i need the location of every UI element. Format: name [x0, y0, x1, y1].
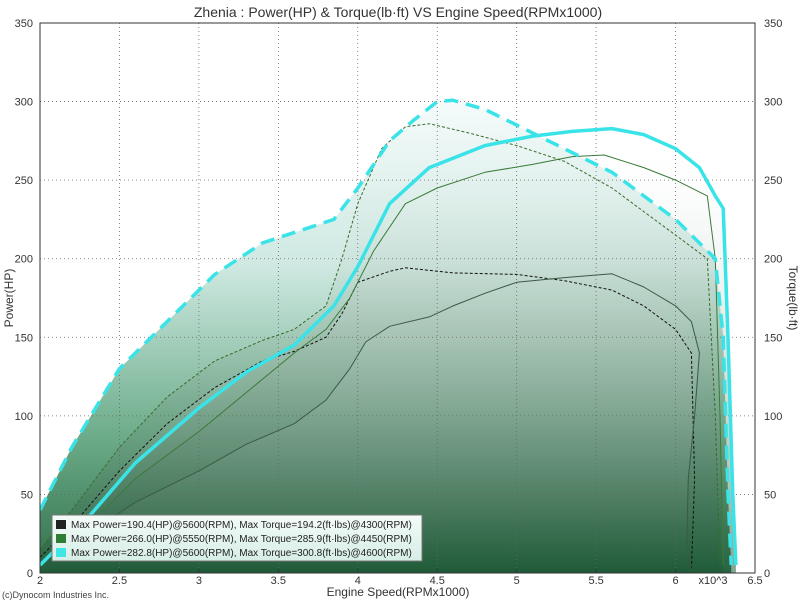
legend-swatch-run-2: [56, 534, 66, 543]
legend-entry-run-2: Max Power=266.0(HP)@5550(RPM), Max Torqu…: [71, 534, 412, 545]
y-tick-label: 150: [15, 332, 33, 344]
copyright-text: (c)Dynocom Industries Inc.: [2, 590, 109, 600]
x-tick-label: 5.5: [588, 575, 603, 587]
legend-entry-run-1: Max Power=190.4(HP)@5600(RPM), Max Torqu…: [71, 520, 412, 531]
x-tick-label: 3: [196, 575, 202, 587]
chart-title: Zhenia : Power(HP) & Torque(lb·ft) VS En…: [194, 4, 602, 20]
x-axis-label: Engine Speed(RPMx1000): [327, 585, 470, 599]
y2-tick-label: 250: [764, 175, 782, 187]
y2-tick-label: 50: [764, 489, 776, 501]
y-tick-label: 300: [15, 97, 33, 109]
legend-entry-run-3: Max Power=282.8(HP)@5600(RPM), Max Torqu…: [71, 548, 412, 559]
legend-swatch-run-1: [56, 520, 66, 529]
y2-tick-label: 100: [764, 411, 782, 423]
x-tick-label: 6.5: [747, 575, 762, 587]
dyno-chart: Zhenia : Power(HP) & Torque(lb·ft) VS En…: [0, 0, 800, 600]
y-tick-label: 250: [15, 175, 33, 187]
y2-tick-label: 300: [764, 97, 782, 109]
y2-tick-label: 150: [764, 332, 782, 344]
y2-tick-label: 350: [764, 18, 782, 30]
x-tick-label: 5: [514, 575, 520, 587]
y-axis-label: Power(HP): [2, 269, 16, 328]
x-tick-label: 2.5: [112, 575, 127, 587]
y2-axis-label: Torque(lb·ft): [786, 266, 800, 331]
x-tick-label: 3.5: [271, 575, 286, 587]
x-axis-multiplier: x10^3: [698, 575, 727, 587]
y2-tick-label: 0: [764, 568, 770, 580]
x-tick-label: 2: [37, 575, 43, 587]
y-tick-label: 50: [21, 489, 33, 501]
x-tick-label: 6: [672, 575, 678, 587]
y-tick-label: 0: [27, 568, 33, 580]
legend: Max Power=190.4(HP)@5600(RPM), Max Torqu…: [51, 514, 423, 562]
y-tick-label: 100: [15, 411, 33, 423]
y-tick-label: 350: [15, 18, 33, 30]
y2-tick-label: 200: [764, 254, 782, 266]
y-tick-label: 200: [15, 254, 33, 266]
legend-swatch-run-3: [56, 548, 66, 557]
